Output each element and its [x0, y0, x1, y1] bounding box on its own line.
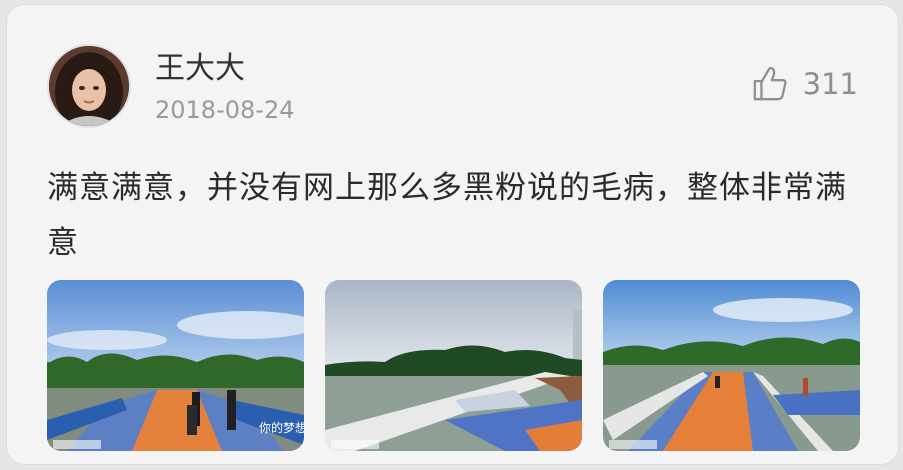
review-text: 满意满意，并没有网上那么多黑粉说的毛病，整体非常满意: [47, 170, 847, 261]
review-photo-2[interactable]: [325, 280, 582, 451]
username: 王大大: [155, 51, 245, 86]
like-button[interactable]: 311: [751, 63, 858, 105]
review-photo-3[interactable]: [603, 280, 860, 451]
review-photo-1[interactable]: 你的梦想: [47, 280, 304, 451]
review-date: 2018-08-24: [155, 96, 295, 124]
review-card: 王大大 2018-08-24 311 满意满意，并没有网上那么多黑粉说的毛病，整…: [6, 4, 899, 465]
avatar-image: [49, 46, 129, 126]
like-count: 311: [802, 67, 858, 101]
photo-image: [325, 280, 582, 451]
avatar[interactable]: [49, 46, 129, 126]
photo-image: 你的梦想: [47, 280, 304, 451]
thumbs-up-icon: [753, 67, 787, 101]
photo-image: [603, 280, 860, 451]
photo-banner-text: 你的梦想: [259, 420, 304, 435]
